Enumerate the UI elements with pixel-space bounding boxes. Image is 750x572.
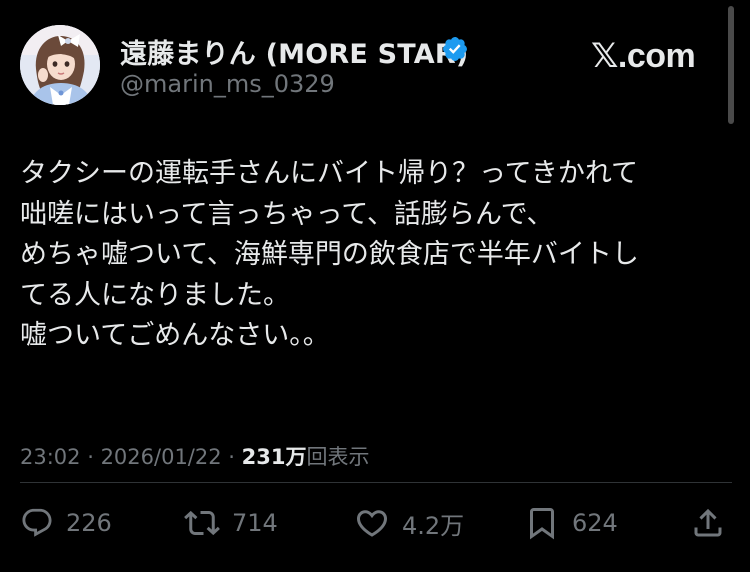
meta-separator: · [80, 445, 101, 469]
like-count: 4.2万 [402, 511, 465, 540]
bookmark-count: 624 [572, 509, 618, 537]
like-button[interactable]: 4.2万 [354, 496, 464, 550]
divider [20, 482, 732, 483]
post-text-line: めちゃ嘘ついて、海鮮専門の飲食店で半年バイトし [20, 239, 639, 270]
post-text-line: 嘘ついてごめんなさい。。 [20, 320, 330, 351]
avatar[interactable] [20, 25, 100, 105]
scrollbar[interactable] [728, 6, 734, 124]
post-text-line: タクシーの運転手さんにバイト帰り？ってきかれて [20, 158, 639, 189]
action-bar: 226 714 4.2万 624 [0, 496, 750, 550]
reply-icon [22, 508, 52, 537]
meta-separator: · [221, 445, 242, 469]
post-text-line: 咄嗟にはいって言っちゃって、話膨らんで、 [20, 198, 554, 230]
views-count[interactable]: 231万 [242, 445, 307, 469]
avatar-image [20, 25, 100, 105]
repost-count: 714 [232, 509, 278, 537]
post-time[interactable]: 23:02 [20, 445, 81, 469]
repost-button[interactable]: 714 [184, 496, 278, 550]
verified-badge-icon [443, 37, 467, 61]
post-text: タクシーの運転手さんにバイト帰り？ってきかれて 咄嗟にはいって言っちゃって、話膨… [20, 154, 732, 357]
x-logo-letter: 𝕏 [591, 37, 618, 75]
repost-icon [184, 510, 220, 536]
display-name[interactable]: 遠藤まりん (MORE STAR) [120, 32, 468, 71]
heart-icon [356, 510, 388, 537]
post: 遠藤まりん (MORE STAR) @marin_ms_0329 𝕏.com タ… [0, 0, 750, 572]
x-logo-domain: .com [617, 37, 696, 75]
post-date[interactable]: 2026/01/22 [101, 445, 222, 469]
post-meta: 23:02 · 2026/01/22 · 231万回表示 [20, 441, 369, 471]
author-handle[interactable]: @marin_ms_0329 [120, 70, 335, 98]
post-text-line: てる人になりました。 [20, 279, 290, 311]
bookmark-icon [530, 508, 554, 540]
reply-count: 226 [66, 509, 112, 537]
x-com-logo: 𝕏.com [591, 36, 696, 76]
share-button[interactable] [690, 496, 726, 550]
share-icon [694, 508, 722, 537]
views-label: 回表示 [306, 445, 370, 469]
reply-button[interactable]: 226 [20, 496, 112, 550]
bookmark-button[interactable]: 624 [524, 496, 618, 550]
